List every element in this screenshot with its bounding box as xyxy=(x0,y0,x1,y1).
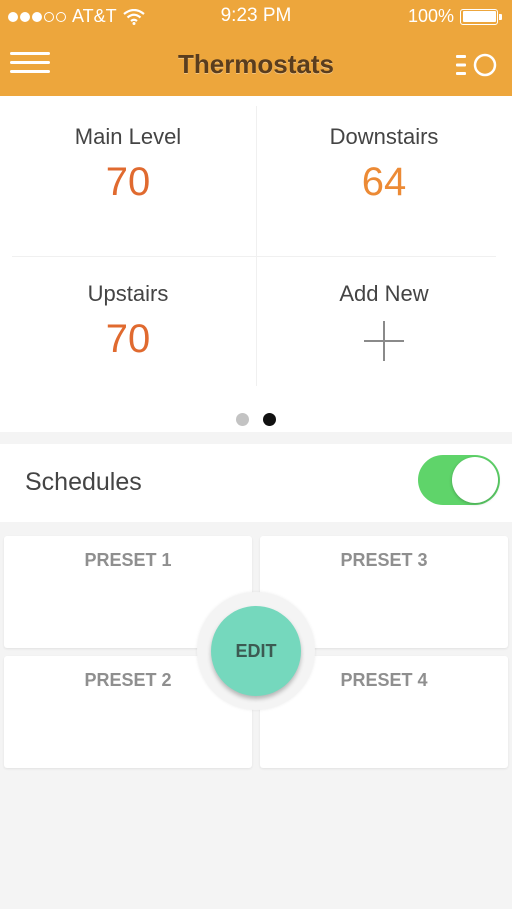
list-toggle-icon[interactable] xyxy=(456,52,498,78)
top-bar: AT&T 9:23 PM 100% Thermostats xyxy=(0,0,512,96)
plus-icon xyxy=(364,321,404,361)
add-new-thermostat-button[interactable]: Add New xyxy=(256,281,512,361)
grid-divider xyxy=(12,256,496,257)
thermostat-name: Upstairs xyxy=(87,281,169,306)
schedules-row: Schedules xyxy=(0,444,512,522)
thermostat-temp: 64 xyxy=(361,160,407,204)
status-bar: AT&T 9:23 PM 100% xyxy=(0,0,512,34)
page-dot-2[interactable] xyxy=(263,413,276,426)
page-dot-1[interactable] xyxy=(236,413,249,426)
thermostat-main-level[interactable]: Main Level 70 xyxy=(0,124,256,205)
toggle-knob xyxy=(452,457,498,503)
battery-percent: 100% xyxy=(407,6,454,26)
thermostat-grid: Main Level 70 Downstairs 64 Upstairs 70 … xyxy=(0,96,512,432)
thermostat-name: Downstairs xyxy=(329,124,439,149)
battery-icon xyxy=(460,8,502,25)
thermostat-temp: 70 xyxy=(105,317,151,361)
thermostat-temp: 70 xyxy=(105,160,151,204)
thermostat-name: Main Level xyxy=(74,124,182,149)
thermostat-upstairs[interactable]: Upstairs 70 xyxy=(0,281,256,362)
page-indicator xyxy=(0,413,512,426)
thermostat-downstairs[interactable]: Downstairs 64 xyxy=(256,124,512,205)
schedules-label: Schedules xyxy=(25,468,142,496)
status-right: 100% xyxy=(407,6,502,27)
edit-button[interactable]: EDIT xyxy=(211,606,301,696)
schedules-toggle[interactable] xyxy=(418,455,500,505)
add-new-label: Add New xyxy=(339,281,429,306)
page-title: Thermostats xyxy=(177,49,335,79)
preset-label: PRESET 3 xyxy=(340,550,428,570)
preset-label: PRESET 1 xyxy=(84,550,172,570)
